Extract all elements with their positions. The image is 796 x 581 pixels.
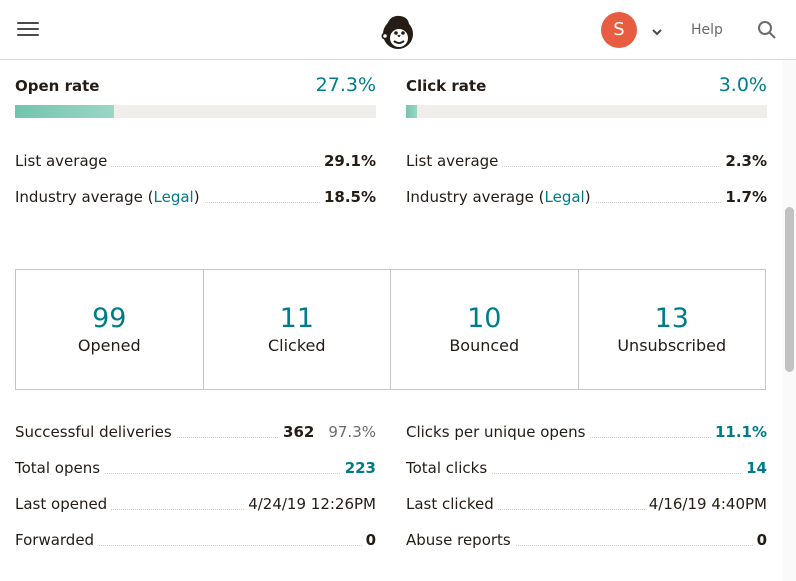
click-industry-average-value: 1.7% [721, 188, 767, 206]
click-list-average-row: List average 2.3% [406, 152, 767, 172]
successful-deliveries-row: Successful deliveries 362 97.3% [15, 423, 376, 443]
forwarded-value: 0 [361, 531, 376, 549]
open-list-average-value: 29.1% [319, 152, 376, 170]
help-link[interactable]: Help [691, 22, 723, 38]
summary-stats-boxes: 99 Opened 11 Clicked 10 Bounced 13 Unsub… [15, 269, 766, 390]
open-industry-average-label: Industry average (Legal) [15, 188, 204, 206]
unsubscribed-label: Unsubscribed [617, 336, 727, 355]
clicked-label: Clicked [267, 336, 326, 355]
open-rate-value: 27.3% [315, 74, 376, 96]
search-icon[interactable] [757, 20, 777, 40]
successful-deliveries-label: Successful deliveries [15, 423, 176, 441]
last-opened-label: Last opened [15, 495, 112, 513]
click-industry-average-label: Industry average (Legal) [406, 188, 595, 206]
successful-deliveries-percent: 97.3% [328, 423, 376, 441]
click-rate-value: 3.0% [718, 74, 767, 96]
successful-deliveries-value: 362 [283, 423, 315, 441]
mailchimp-logo-icon[interactable] [378, 11, 418, 53]
last-clicked-row: Last clicked 4/16/19 4:40PM [406, 495, 767, 515]
forwarded-row: Forwarded 0 [15, 531, 376, 551]
click-rate-progress-fill [406, 105, 417, 118]
open-industry-average-row: Industry average (Legal) 18.5% [15, 188, 376, 208]
open-rate-title: Open rate [15, 77, 100, 95]
click-rate-progress-bar [406, 105, 767, 118]
click-list-average-label: List average [406, 152, 503, 170]
click-industry-average-row: Industry average (Legal) 1.7% [406, 188, 767, 208]
click-list-average-value: 2.3% [721, 152, 767, 170]
open-industry-legal-link[interactable]: Legal [154, 188, 194, 206]
opened-label: Opened [77, 336, 141, 355]
top-navigation-bar: S Help [0, 0, 796, 60]
menu-icon[interactable] [17, 22, 39, 38]
abuse-reports-row: Abuse reports 0 [406, 531, 767, 551]
clicked-count: 11 [279, 303, 314, 334]
opened-count: 99 [92, 303, 127, 334]
open-list-average-row: List average 29.1% [15, 152, 376, 172]
clicks-per-unique-opens-label: Clicks per unique opens [406, 423, 590, 441]
clicks-per-unique-opens-row: Clicks per unique opens 11.1% [406, 423, 767, 443]
opened-stat-box[interactable]: 99 Opened [16, 270, 204, 389]
total-opens-label: Total opens [15, 459, 105, 477]
total-opens-value[interactable]: 223 [340, 459, 376, 477]
total-opens-row: Total opens 223 [15, 459, 376, 479]
bounced-count: 10 [467, 303, 502, 334]
click-industry-legal-link[interactable]: Legal [545, 188, 585, 206]
forwarded-label: Forwarded [15, 531, 99, 549]
open-industry-average-value: 18.5% [319, 188, 376, 206]
bounced-label: Bounced [449, 336, 520, 355]
abuse-reports-label: Abuse reports [406, 531, 515, 549]
open-rate-progress-fill [15, 105, 114, 118]
unsubscribed-count: 13 [654, 303, 689, 334]
last-opened-row: Last opened 4/24/19 12:26PM [15, 495, 376, 515]
abuse-reports-value: 0 [752, 531, 767, 549]
clicked-stat-box[interactable]: 11 Clicked [204, 270, 391, 389]
last-clicked-label: Last clicked [406, 495, 498, 513]
total-clicks-value[interactable]: 14 [742, 459, 767, 477]
total-clicks-row: Total clicks 14 [406, 459, 767, 479]
user-avatar[interactable]: S [601, 12, 637, 48]
last-opened-value: 4/24/19 12:26PM [244, 495, 376, 513]
last-clicked-value: 4/16/19 4:40PM [644, 495, 767, 513]
unsubscribed-stat-box[interactable]: 13 Unsubscribed [579, 270, 766, 389]
chevron-down-icon[interactable] [651, 22, 663, 36]
open-rate-progress-bar [15, 105, 376, 118]
total-clicks-label: Total clicks [406, 459, 492, 477]
scrollbar-thumb[interactable] [785, 207, 794, 372]
bounced-stat-box[interactable]: 10 Bounced [391, 270, 579, 389]
open-list-average-label: List average [15, 152, 112, 170]
click-rate-title: Click rate [406, 77, 487, 95]
clicks-per-unique-opens-value[interactable]: 11.1% [710, 423, 767, 441]
